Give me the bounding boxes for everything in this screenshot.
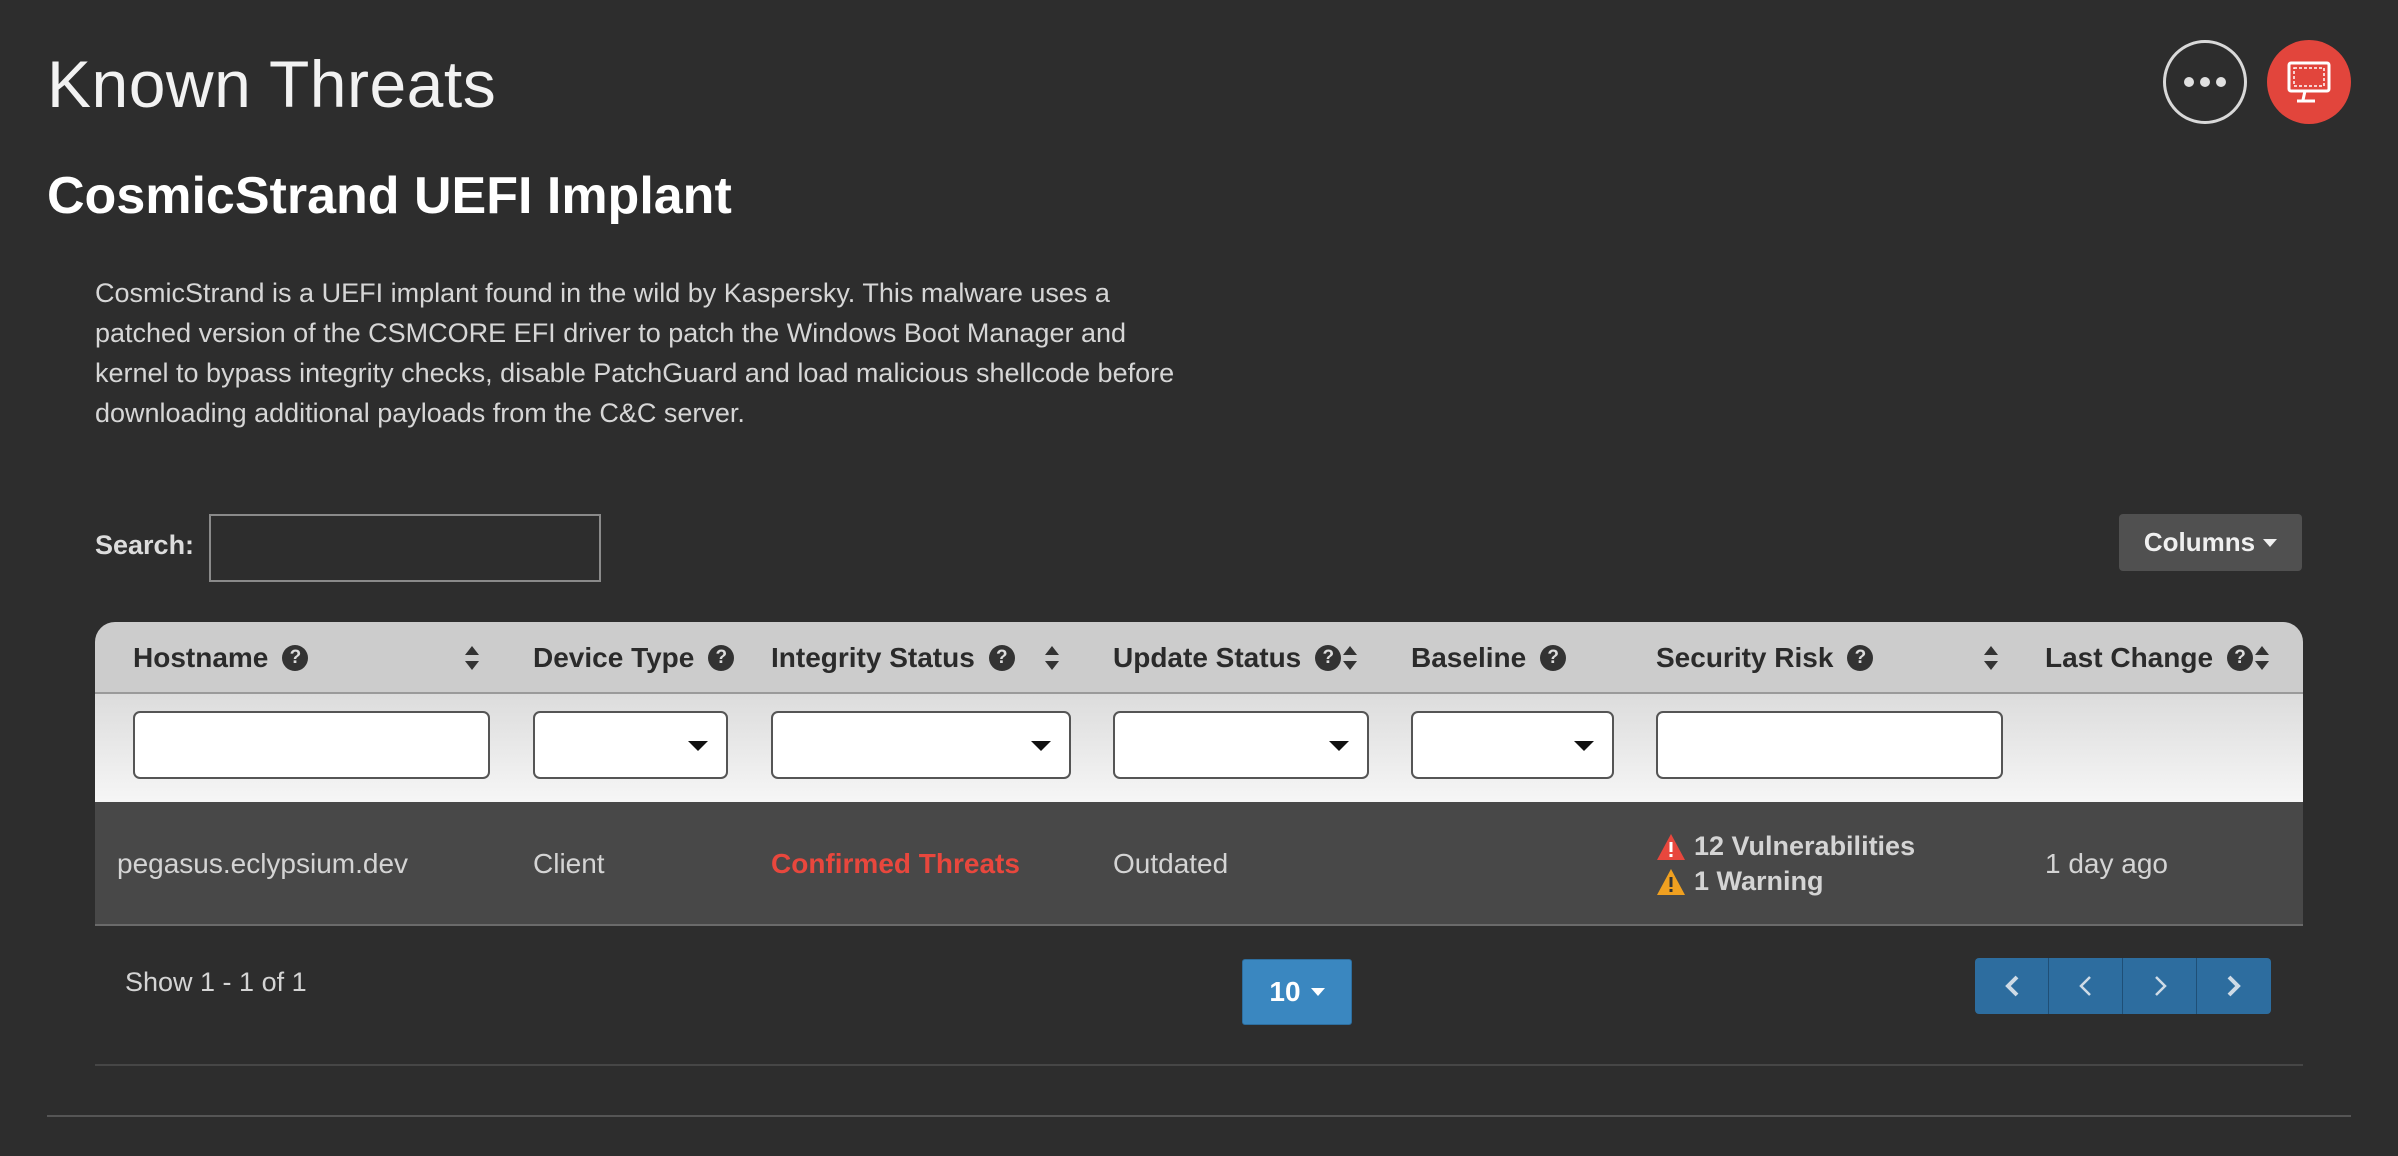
caret-down-icon [1031,741,1051,751]
hostname-filter-input[interactable] [133,711,490,779]
vulnerabilities-line: 12 Vulnerabilities [1656,831,1915,862]
chevron-right-icon [2154,976,2167,996]
integrity-status-filter-select[interactable] [771,711,1071,779]
baseline-filter-select[interactable] [1411,711,1614,779]
sort-icon[interactable] [465,646,479,670]
column-label: Baseline [1411,642,1527,673]
security-risk-cell[interactable]: 12 Vulnerabilities 1 Warning [1656,802,1915,926]
divider [47,1115,2351,1117]
caret-down-icon [2263,538,2278,547]
page-size-dropdown[interactable]: 10 [1242,959,1352,1025]
more-actions-button[interactable] [2163,40,2247,124]
column-header-hostname[interactable]: Hostname ? [133,622,309,694]
warning-triangle-icon [1657,868,1685,895]
first-page-icon [2004,975,2018,997]
sort-icon[interactable] [2255,646,2269,670]
pagination-controls [1975,958,2271,1014]
help-icon[interactable]: ? [708,645,735,671]
update-status-cell: Outdated [1113,848,1229,879]
vulnerabilities-text: 12 Vulnerabilities [1694,831,1916,861]
last-change-cell: 1 day ago [2045,848,2168,879]
caret-down-icon [1329,741,1349,751]
device-button[interactable] [2267,40,2351,124]
column-label: Update Status [1113,642,1302,673]
column-label: Hostname [133,642,269,673]
columns-label: Columns [2143,527,2256,557]
page-size-value: 10 [1269,976,1301,1007]
table-header: Hostname ? Device Type ? Integrity Statu… [95,622,2303,694]
pagination-summary: Show 1 - 1 of 1 [125,967,307,997]
chevron-left-icon [2078,976,2091,996]
previous-page-button[interactable] [2049,958,2123,1014]
column-header-update-status[interactable]: Update Status ? [1113,622,1342,694]
threat-name: CosmicStrand UEFI Implant [47,167,732,225]
sort-icon[interactable] [1045,646,1059,670]
help-icon[interactable]: ? [1315,645,1342,671]
device-type-filter-select[interactable] [533,711,728,779]
warning-text: 1 Warning [1694,866,1824,896]
column-header-integrity-status[interactable]: Integrity Status ? [771,622,1015,694]
devices-table: Hostname ? Device Type ? Integrity Statu… [95,622,2303,926]
help-icon[interactable]: ? [988,645,1015,671]
column-label: Integrity Status [771,642,975,673]
top-actions [2163,40,2351,124]
update-status-filter-select[interactable] [1113,711,1369,779]
column-header-security-risk[interactable]: Security Risk ? [1656,622,1874,694]
page-title: Known Threats [47,47,497,121]
column-label: Last Change [2045,642,2214,673]
table-filter-row [95,694,2303,802]
table-row[interactable]: pegasus.eclypsium.dev Client Confirmed T… [95,802,2303,926]
divider [95,1064,2303,1066]
column-label: Security Risk [1656,642,1834,673]
warning-line: 1 Warning [1656,866,1915,897]
hostname-cell[interactable]: pegasus.eclypsium.dev [117,802,408,926]
search-input[interactable] [209,514,601,582]
monitor-icon [2287,61,2331,103]
integrity-status-cell[interactable]: Confirmed Threats [771,802,1020,926]
search-label: Search: [95,530,195,560]
column-header-last-change[interactable]: Last Change ? [2045,622,2254,694]
caret-down-icon [1574,741,1594,751]
security-risk-filter-input[interactable] [1656,711,2003,779]
last-page-button[interactable] [2197,958,2271,1014]
device-type-cell: Client [533,848,605,879]
known-threats-page: Known Threats CosmicStrand UEFI Implant … [0,0,2398,1156]
sort-icon[interactable] [1984,646,1998,670]
sort-icon[interactable] [1343,646,1357,670]
last-page-icon [2227,975,2241,997]
columns-button[interactable]: Columns [2119,514,2302,571]
ellipsis-icon [2184,77,2226,87]
help-icon[interactable]: ? [1540,645,1567,671]
column-header-device-type[interactable]: Device Type ? [533,622,735,694]
help-icon[interactable]: ? [282,645,309,671]
column-label: Device Type [533,642,695,673]
caret-down-icon [1310,988,1325,996]
danger-triangle-icon [1657,833,1685,860]
caret-down-icon [688,741,708,751]
first-page-button[interactable] [1975,958,2049,1014]
column-header-baseline[interactable]: Baseline ? [1411,622,1567,694]
next-page-button[interactable] [2123,958,2197,1014]
threat-description: CosmicStrand is a UEFI implant found in … [95,278,1175,428]
help-icon[interactable]: ? [1847,645,1874,671]
help-icon[interactable]: ? [2227,645,2254,671]
